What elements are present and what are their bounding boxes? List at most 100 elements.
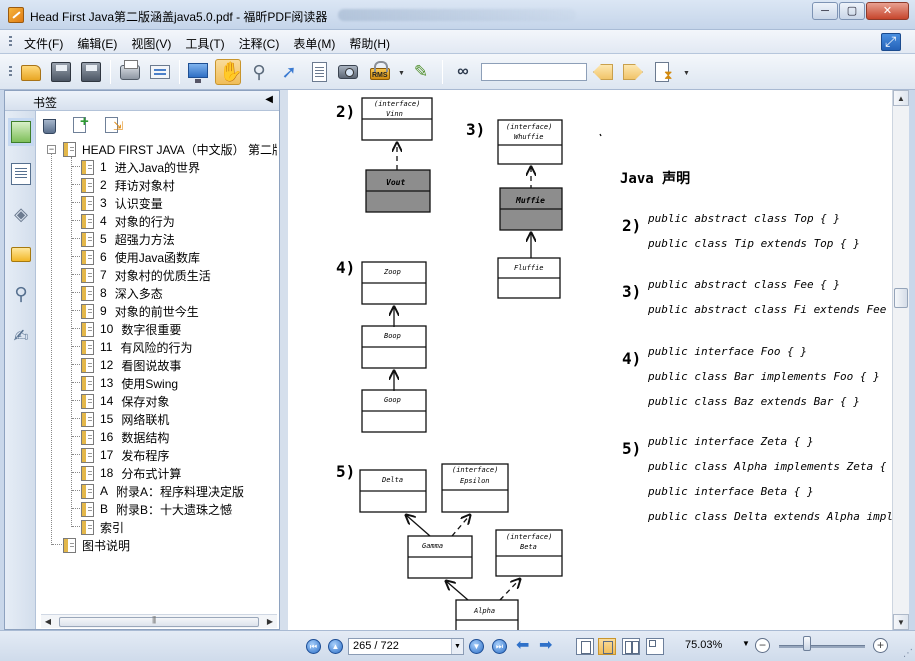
bookmark-label: 对象村的优质生活	[114, 268, 211, 283]
continuous-facing-view-icon[interactable]	[646, 638, 664, 655]
rms-button[interactable]: RMS	[367, 59, 393, 85]
bookmark-item[interactable]: 12 看图说故事	[81, 356, 181, 374]
close-button[interactable]: ✕	[866, 2, 909, 20]
prev-page-button[interactable]: ▲	[328, 639, 343, 654]
find-next-button[interactable]	[620, 59, 646, 85]
fullscreen-button[interactable]	[185, 59, 211, 85]
menu-item[interactable]: 文件(F)	[24, 35, 63, 52]
minimize-button[interactable]: ─	[812, 2, 838, 20]
menu-item[interactable]: 表单(M)	[293, 35, 335, 52]
next-page-button[interactable]: ▼	[469, 639, 484, 654]
scroll-right-icon[interactable]: ▶	[263, 616, 277, 628]
bookmark-item[interactable]: A 附录A：程序料理决定版	[81, 482, 244, 500]
bookmark-item[interactable]: 5 超强力方法	[81, 230, 175, 248]
bookmark-item[interactable]: 17 发布程序	[81, 446, 169, 464]
bookmark-item[interactable]: 15 网络联机	[81, 410, 169, 428]
add-child-bookmark-button[interactable]	[105, 117, 123, 135]
back-arrow-icon[interactable]: ⬅	[516, 638, 529, 654]
bookmark-item[interactable]: 13 使用Swing	[81, 374, 178, 392]
document-view[interactable]: 2) (interface) Vinn Vout 3) (interface) …	[288, 90, 892, 630]
facing-view-icon[interactable]	[622, 638, 640, 655]
bookmark-item[interactable]: 7 对象村的优质生活	[81, 266, 211, 284]
zoom-slider-thumb[interactable]	[803, 636, 811, 651]
add-bookmark-button[interactable]	[73, 117, 91, 135]
toolbar-grip-icon[interactable]	[9, 66, 12, 78]
continuous-view-icon[interactable]	[598, 638, 616, 655]
sort-button[interactable]	[652, 59, 678, 85]
save-as-button[interactable]	[78, 59, 104, 85]
menu-item[interactable]: 编辑(E)	[77, 35, 117, 52]
bookmark-item[interactable]: 2 拜访对象村	[81, 176, 175, 194]
bookmark-item[interactable]: 14 保存对象	[81, 392, 169, 410]
bookmark-label: 使用Java函数库	[114, 250, 201, 265]
bookmark-item[interactable]: 索引	[81, 518, 124, 536]
zoom-tool-button[interactable]: ⚲	[246, 59, 272, 85]
scroll-left-icon[interactable]: ◀	[41, 616, 55, 628]
bookmark-item[interactable]: 1 进入Java的世界	[81, 158, 200, 176]
bookmark-page-icon	[81, 357, 94, 373]
open-button[interactable]	[18, 59, 44, 85]
zoom-in-icon[interactable]: +	[873, 638, 888, 653]
signature-tab-icon[interactable]: ✍	[11, 325, 31, 347]
forward-arrow-icon[interactable]: ➡	[539, 638, 552, 654]
menu-item[interactable]: 视图(V)	[131, 35, 171, 52]
snapshot-button[interactable]	[335, 59, 361, 85]
menu-item[interactable]: 工具(T)	[185, 35, 224, 52]
select-tool-button[interactable]: ➚	[276, 59, 302, 85]
hand-tool-button[interactable]: ✋	[215, 59, 243, 85]
single-page-view-icon[interactable]	[576, 638, 594, 655]
text-select-button[interactable]	[306, 59, 332, 85]
menu-item[interactable]: 注释(C)	[239, 35, 280, 52]
last-page-button[interactable]: ⏭	[492, 639, 507, 654]
page-dropdown-icon[interactable]: ▼	[451, 639, 463, 654]
print-button[interactable]	[117, 59, 143, 85]
scroll-down-icon[interactable]: ▼	[893, 614, 909, 630]
delete-bookmark-button[interactable]	[41, 117, 59, 135]
bookmark-item[interactable]: 9 对象的前世今生	[81, 302, 199, 320]
bookmark-item[interactable]: 10 数字很重要	[81, 320, 181, 338]
scan-button[interactable]	[147, 59, 173, 85]
bookmark-item[interactable]: B 附录B：十大遗珠之憾	[81, 500, 232, 518]
hscroll-thumb[interactable]	[59, 615, 259, 627]
zoom-dropdown-icon[interactable]: ▼	[742, 639, 750, 648]
bookmark-item[interactable]: 6 使用Java函数库	[81, 248, 200, 266]
scroll-up-icon[interactable]: ▲	[893, 90, 909, 106]
first-page-button[interactable]: ⏮	[306, 639, 321, 654]
find-prev-button[interactable]	[590, 59, 616, 85]
zoom-level[interactable]: 75.03%	[685, 639, 722, 651]
restore-layout-icon[interactable]	[881, 33, 901, 51]
menu-item[interactable]: 帮助(H)	[349, 35, 390, 52]
bookmark-item[interactable]: 11 有风险的行为	[81, 338, 192, 356]
page-number-field[interactable]: 265 / 722 ▼	[348, 638, 464, 655]
collapse-panel-icon[interactable]: ◀	[265, 94, 273, 105]
zoom-slider-track[interactable]	[779, 645, 865, 648]
collapse-toggle-icon[interactable]: −	[47, 145, 56, 154]
bookmark-item[interactable]: 3 认识变量	[81, 194, 163, 212]
maximize-button[interactable]: ▢	[839, 2, 865, 20]
bookmark-tab-icon[interactable]	[11, 121, 31, 143]
page-thumbnail-tab-icon[interactable]	[11, 163, 31, 185]
save-button[interactable]	[48, 59, 74, 85]
search-input[interactable]	[481, 63, 587, 81]
find-button[interactable]: ∞	[450, 59, 476, 85]
bookmark-item[interactable]: 8 深入多态	[81, 284, 163, 302]
sign-button[interactable]: ✎	[408, 59, 434, 85]
resize-grip-icon[interactable]: ⋰	[903, 648, 913, 659]
bookmark-label: 附录B：十大遗珠之憾	[116, 502, 233, 517]
layers-tab-icon[interactable]: ◈	[11, 203, 31, 225]
attachment-tab-icon[interactable]: ⚲	[11, 283, 31, 305]
bookmark-book-info[interactable]: 图书说明	[63, 536, 130, 554]
menu-grip-icon[interactable]	[9, 36, 12, 48]
zoom-out-icon[interactable]: −	[755, 638, 770, 653]
panel-splitter[interactable]	[280, 90, 288, 630]
bookmark-item[interactable]: 16 数据结构	[81, 428, 169, 446]
document-vscrollbar[interactable]: ▲ ▼	[892, 90, 909, 630]
vscroll-thumb[interactable]	[894, 288, 908, 308]
bookmark-item[interactable]: 18 分布式计算	[81, 464, 181, 482]
bookmark-hscrollbar[interactable]: ◀ ▶	[41, 614, 277, 628]
rms-dropdown-icon[interactable]: ▼	[398, 70, 405, 77]
bookmark-item[interactable]: 4 对象的行为	[81, 212, 175, 230]
bookmark-root[interactable]: HEAD FIRST JAVA（中文版） 第二版	[63, 140, 277, 158]
comments-tab[interactable]	[11, 247, 31, 269]
sort-dropdown-icon[interactable]: ▼	[683, 70, 690, 77]
